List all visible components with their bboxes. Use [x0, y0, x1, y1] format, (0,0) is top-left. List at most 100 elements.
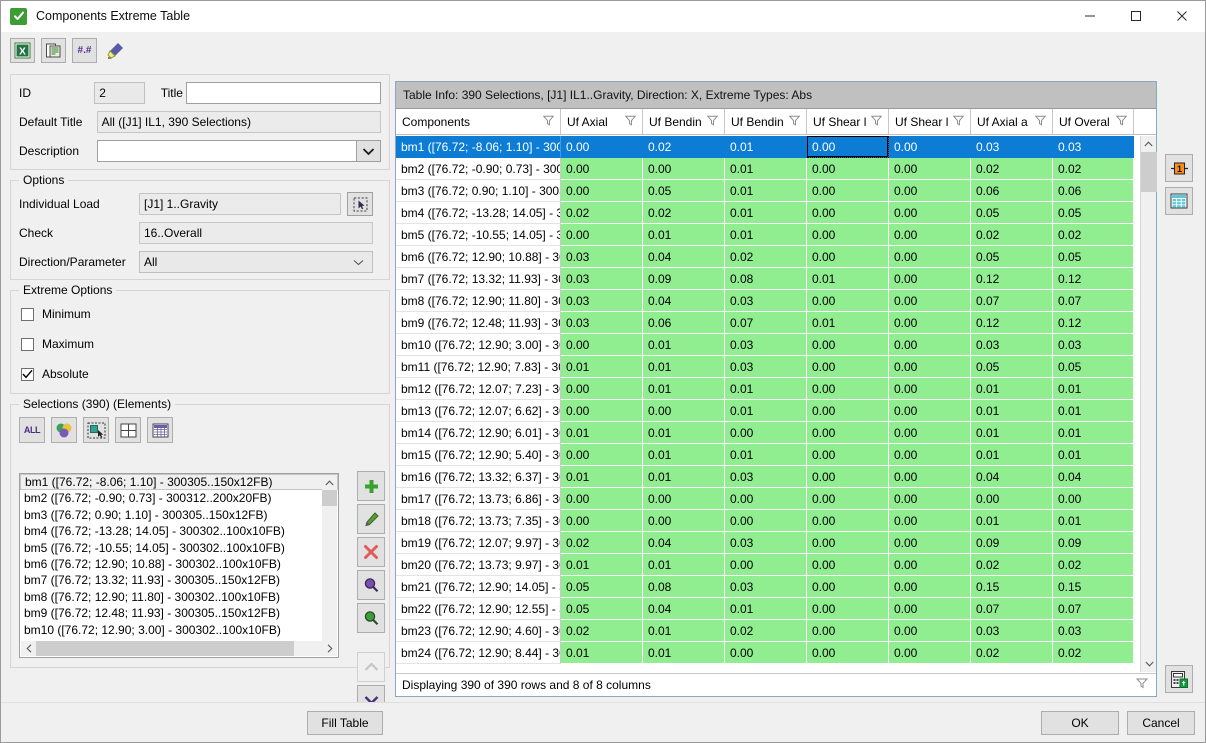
- table-cell[interactable]: 0.01: [643, 224, 725, 246]
- table-cell[interactable]: 0.00: [889, 554, 971, 576]
- table-cell[interactable]: 0.04: [971, 466, 1053, 488]
- table-cell[interactable]: 0.00: [561, 488, 643, 510]
- table-cell[interactable]: 0.05: [971, 202, 1053, 224]
- table-cell[interactable]: 0.00: [643, 158, 725, 180]
- check-field[interactable]: 16..Overall: [139, 222, 373, 244]
- cell-component-name[interactable]: bm1 ([76.72; -8.06; 1.10] - 300: [396, 136, 561, 158]
- table-cell[interactable]: 0.03: [725, 466, 807, 488]
- list-item[interactable]: bm5 ([76.72; -10.55; 14.05] - 300302..10…: [20, 540, 338, 556]
- cell-component-name[interactable]: bm13 ([76.72; 12.07; 6.62] - 30: [396, 400, 561, 422]
- hscroll-thumb[interactable]: [36, 641, 294, 656]
- table-cell[interactable]: 0.01: [1053, 422, 1134, 444]
- table-cell[interactable]: 0.01: [971, 422, 1053, 444]
- status-filter-icon[interactable]: [1136, 674, 1148, 697]
- table-cell[interactable]: 0.00: [561, 224, 643, 246]
- column-header[interactable]: Uf Axial: [561, 109, 643, 134]
- table-cell[interactable]: 0.01: [643, 642, 725, 664]
- table-cell[interactable]: 0.08: [725, 268, 807, 290]
- edit-selection-button[interactable]: [357, 504, 385, 534]
- cell-component-name[interactable]: bm4 ([76.72; -13.28; 14.05] - 3: [396, 202, 561, 224]
- table-cell[interactable]: 0.02: [561, 532, 643, 554]
- cell-component-name[interactable]: bm9 ([76.72; 12.48; 11.93] - 30: [396, 312, 561, 334]
- select-by-group-icon[interactable]: [51, 417, 77, 443]
- table-cell[interactable]: 0.01: [643, 444, 725, 466]
- decimals-icon[interactable]: #.#: [72, 38, 97, 63]
- table-cell[interactable]: 0.00: [889, 334, 971, 356]
- table-cell[interactable]: 0.02: [561, 620, 643, 642]
- cell-component-name[interactable]: bm18 ([76.72; 13.73; 7.35] - 30: [396, 510, 561, 532]
- table-cell[interactable]: 0.04: [643, 598, 725, 620]
- table-cell[interactable]: 0.00: [807, 444, 889, 466]
- filter-funnel-icon[interactable]: [707, 115, 718, 129]
- select-table-icon[interactable]: [115, 417, 141, 443]
- table-cell[interactable]: 0.00: [889, 620, 971, 642]
- table-cell[interactable]: 0.06: [971, 180, 1053, 202]
- add-selection-button[interactable]: [357, 471, 385, 501]
- table-cell[interactable]: 0.01: [1053, 378, 1134, 400]
- table-cell[interactable]: 0.03: [725, 334, 807, 356]
- table-cell[interactable]: 0.04: [1053, 466, 1134, 488]
- table-cell[interactable]: 0.00: [807, 532, 889, 554]
- table-cell[interactable]: 0.00: [889, 224, 971, 246]
- table-cell[interactable]: 0.09: [971, 532, 1053, 554]
- table-cell[interactable]: 0.00: [889, 444, 971, 466]
- table-row[interactable]: bm4 ([76.72; -13.28; 14.05] - 30.020.020…: [396, 202, 1156, 224]
- table-cell[interactable]: 0.01: [807, 268, 889, 290]
- table-row[interactable]: bm16 ([76.72; 13.32; 6.37] - 300.010.010…: [396, 466, 1156, 488]
- cell-component-name[interactable]: bm3 ([76.72; 0.90; 1.10] - 3003: [396, 180, 561, 202]
- checkbox-maximum[interactable]: Maximum: [21, 334, 389, 354]
- selections-vertical-scrollbar[interactable]: [322, 475, 337, 656]
- table-cell[interactable]: 0.00: [889, 268, 971, 290]
- table-cell[interactable]: 0.01: [643, 378, 725, 400]
- filter-funnel-icon[interactable]: [1035, 115, 1046, 129]
- table-cell[interactable]: 0.00: [1053, 488, 1134, 510]
- table-cell[interactable]: 0.00: [561, 378, 643, 400]
- column-header[interactable]: Uf Bendin: [643, 109, 725, 134]
- table-cell[interactable]: 0.06: [643, 312, 725, 334]
- table-cell[interactable]: 0.00: [889, 290, 971, 312]
- table-cell[interactable]: 0.01: [643, 356, 725, 378]
- table-cell[interactable]: 0.00: [807, 136, 889, 158]
- table-cell[interactable]: 0.05: [1053, 246, 1134, 268]
- table-cell[interactable]: 0.03: [725, 356, 807, 378]
- table-row[interactable]: bm3 ([76.72; 0.90; 1.10] - 30030.000.050…: [396, 180, 1156, 202]
- delete-selection-button[interactable]: [357, 537, 385, 567]
- table-cell[interactable]: 0.00: [889, 202, 971, 224]
- table-row[interactable]: bm7 ([76.72; 13.32; 11.93] - 300.030.090…: [396, 268, 1156, 290]
- table-cell[interactable]: 0.07: [1053, 290, 1134, 312]
- table-cell[interactable]: 0.05: [561, 598, 643, 620]
- table-cell[interactable]: 0.05: [1053, 356, 1134, 378]
- column-header[interactable]: Uf Shear l: [807, 109, 889, 134]
- filter-funnel-icon[interactable]: [871, 115, 882, 129]
- table-scroll-thumb[interactable]: [1141, 152, 1157, 192]
- table-row[interactable]: bm20 ([76.72; 13.73; 9.97] - 300.010.010…: [396, 554, 1156, 576]
- table-cell[interactable]: 0.00: [807, 510, 889, 532]
- table-view-button[interactable]: [1165, 187, 1193, 215]
- table-row[interactable]: bm9 ([76.72; 12.48; 11.93] - 300.030.060…: [396, 312, 1156, 334]
- individual-load-field[interactable]: [J1] 1..Gravity: [139, 193, 341, 215]
- table-cell[interactable]: 0.03: [971, 136, 1053, 158]
- cell-component-name[interactable]: bm12 ([76.72; 12.07; 7.23] - 30: [396, 378, 561, 400]
- table-row[interactable]: bm2 ([76.72; -0.90; 0.73] - 3000.000.000…: [396, 158, 1156, 180]
- table-cell[interactable]: 0.00: [807, 466, 889, 488]
- table-cell[interactable]: 0.02: [643, 136, 725, 158]
- table-row[interactable]: bm17 ([76.72; 13.73; 6.86] - 300.000.000…: [396, 488, 1156, 510]
- table-vertical-scrollbar[interactable]: [1140, 136, 1156, 672]
- table-cell[interactable]: 0.00: [807, 290, 889, 312]
- table-cell[interactable]: 0.01: [807, 312, 889, 334]
- zoom-selection-button[interactable]: [357, 570, 385, 600]
- table-cell[interactable]: 0.01: [971, 510, 1053, 532]
- cell-component-name[interactable]: bm8 ([76.72; 12.90; 11.80] - 30: [396, 290, 561, 312]
- table-cell[interactable]: 0.02: [1053, 158, 1134, 180]
- cell-component-name[interactable]: bm5 ([76.72; -10.55; 14.05] - 3: [396, 224, 561, 246]
- table-row[interactable]: bm6 ([76.72; 12.90; 10.88] - 300.030.040…: [396, 246, 1156, 268]
- table-cell[interactable]: 0.01: [725, 378, 807, 400]
- direction-select[interactable]: All: [139, 251, 373, 273]
- table-cell[interactable]: 0.12: [971, 268, 1053, 290]
- table-cell[interactable]: 0.00: [889, 312, 971, 334]
- table-row[interactable]: bm12 ([76.72; 12.07; 7.23] - 300.000.010…: [396, 378, 1156, 400]
- highlighter-icon[interactable]: [103, 38, 128, 63]
- list-item[interactable]: bm10 ([76.72; 12.90; 3.00] - 300302..100…: [20, 622, 338, 638]
- table-cell[interactable]: 0.00: [643, 400, 725, 422]
- table-cell[interactable]: 0.00: [889, 488, 971, 510]
